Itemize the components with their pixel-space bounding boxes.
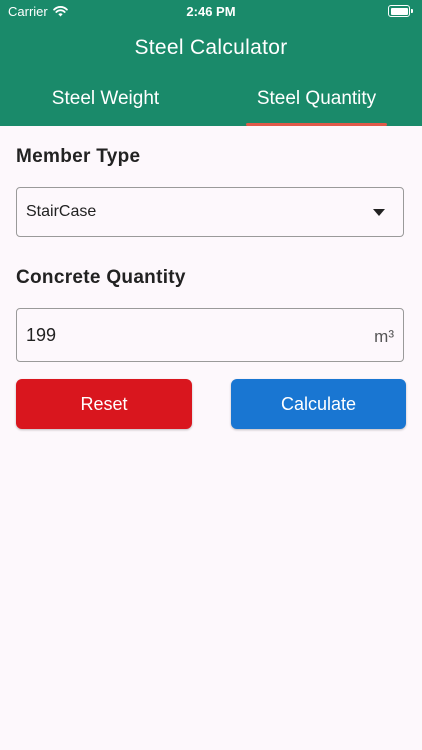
- tab-steel-weight[interactable]: Steel Weight: [0, 88, 211, 126]
- member-type-value: StairCase: [26, 203, 97, 220]
- tab-selected-indicator: [246, 123, 387, 126]
- battery-icon: [388, 5, 413, 17]
- member-type-label: Member Type: [16, 146, 141, 167]
- reset-button[interactable]: Reset: [16, 379, 192, 429]
- member-type-dropdown[interactable]: StairCase: [16, 187, 404, 237]
- status-bar: Carrier 2:46 PM: [0, 0, 422, 22]
- concrete-quantity-label: Concrete Quantity: [16, 267, 186, 288]
- concrete-quantity-field[interactable]: m³: [16, 308, 404, 362]
- app-title: Steel Calculator: [134, 36, 288, 59]
- unit-label: m³: [374, 327, 394, 346]
- chevron-down-icon: [373, 209, 385, 216]
- app-header: Carrier 2:46 PM Steel Calculator Steel W…: [0, 0, 422, 126]
- calculate-button[interactable]: Calculate: [231, 379, 406, 429]
- concrete-quantity-input[interactable]: [26, 325, 346, 346]
- tab-steel-quantity[interactable]: Steel Quantity: [211, 88, 422, 126]
- status-time: 2:46 PM: [186, 4, 236, 19]
